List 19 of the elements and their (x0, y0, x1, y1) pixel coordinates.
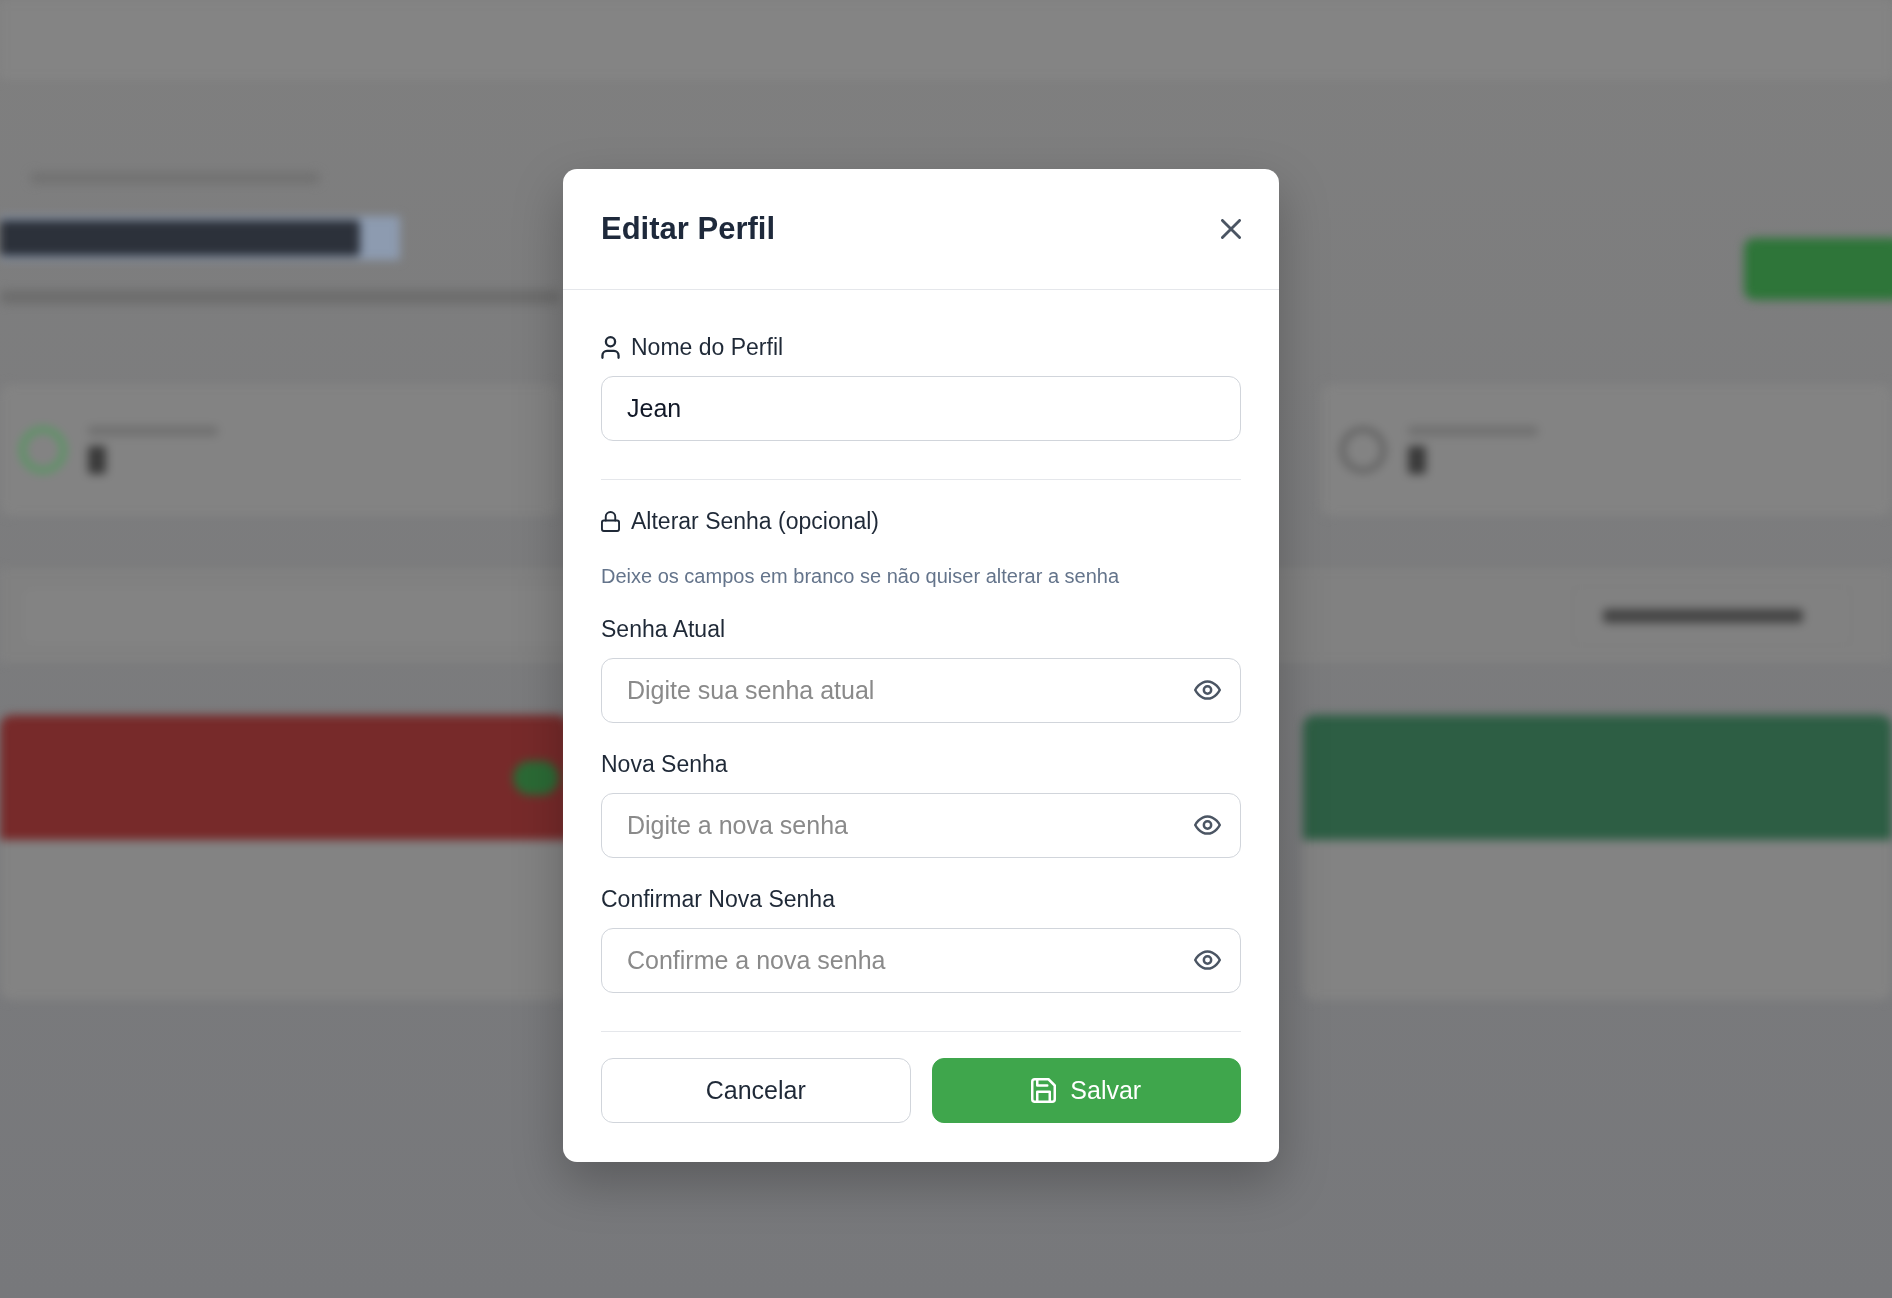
text-field[interactable]: Jean (601, 376, 1241, 441)
close-button[interactable] (1221, 219, 1241, 239)
padlock-icon (601, 509, 620, 533)
section-title: Alterar Senha (opcional) (631, 508, 880, 534)
eye-icon[interactable] (1194, 815, 1221, 835)
eye-icon[interactable] (1194, 680, 1221, 700)
person-icon (601, 335, 620, 359)
password-field[interactable]: Digite sua senha atual (601, 658, 1241, 723)
hint-text: Deixe os campos em branco se não quiser alterar a senha (601, 564, 1121, 588)
field-label: Confirmar Nova Senha (601, 886, 835, 912)
field-label: Nova Senha (601, 751, 728, 777)
password-field[interactable]: Digite a nova senha (601, 793, 1241, 858)
close-icon (1221, 219, 1241, 239)
field-label: Senha Atual (601, 616, 726, 642)
password-field[interactable]: Confirme a nova senha (601, 928, 1241, 993)
eye-icon[interactable] (1194, 950, 1221, 970)
cancel-button[interactable]: Cancelar (601, 1058, 911, 1123)
dialog-title: Editar Perfil (601, 211, 775, 247)
field-label: Nome do Perfil (631, 334, 784, 360)
